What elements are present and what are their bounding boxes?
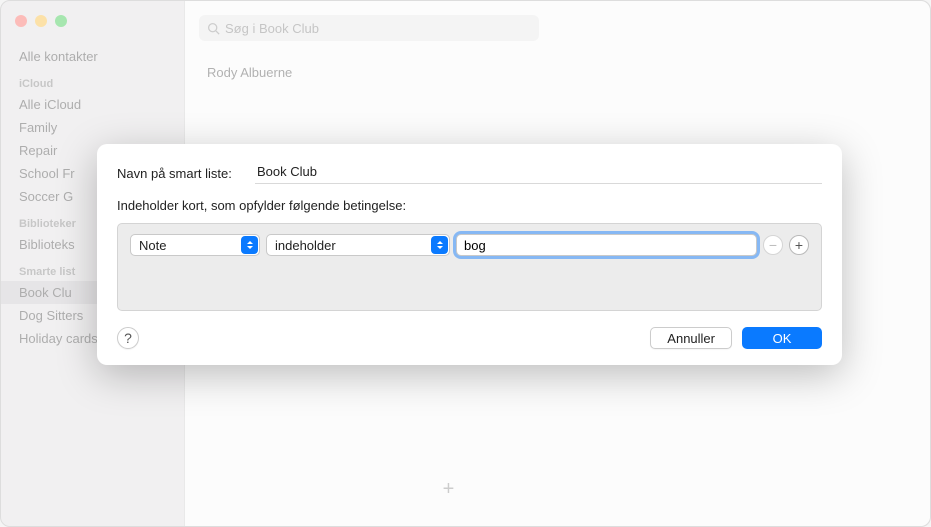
name-label: Navn på smart liste: xyxy=(117,166,255,181)
rule-row: Note indeholder − + xyxy=(130,234,809,256)
dialog-footer: ? Annuller OK xyxy=(117,327,822,349)
rule-field-select[interactable]: Note xyxy=(130,234,260,256)
add-rule-button[interactable]: + xyxy=(789,235,809,255)
rule-value-input[interactable] xyxy=(456,234,757,256)
conditions-label: Indeholder kort, som opfylder følgende b… xyxy=(117,198,822,213)
help-button[interactable]: ? xyxy=(117,327,139,349)
chevron-up-down-icon xyxy=(241,236,258,254)
rule-field-value: Note xyxy=(139,238,166,253)
smart-list-dialog: Navn på smart liste: Indeholder kort, so… xyxy=(97,144,842,365)
rule-operator-value: indeholder xyxy=(275,238,336,253)
app-window: Alle kontakter iCloud Alle iCloud Family… xyxy=(1,1,930,526)
rule-operator-select[interactable]: indeholder xyxy=(266,234,450,256)
chevron-up-down-icon xyxy=(431,236,448,254)
ok-button[interactable]: OK xyxy=(742,327,822,349)
remove-rule-button[interactable]: − xyxy=(763,235,783,255)
smart-list-name-input[interactable] xyxy=(255,162,822,184)
cancel-button[interactable]: Annuller xyxy=(650,327,732,349)
rules-container: Note indeholder − + xyxy=(117,223,822,311)
